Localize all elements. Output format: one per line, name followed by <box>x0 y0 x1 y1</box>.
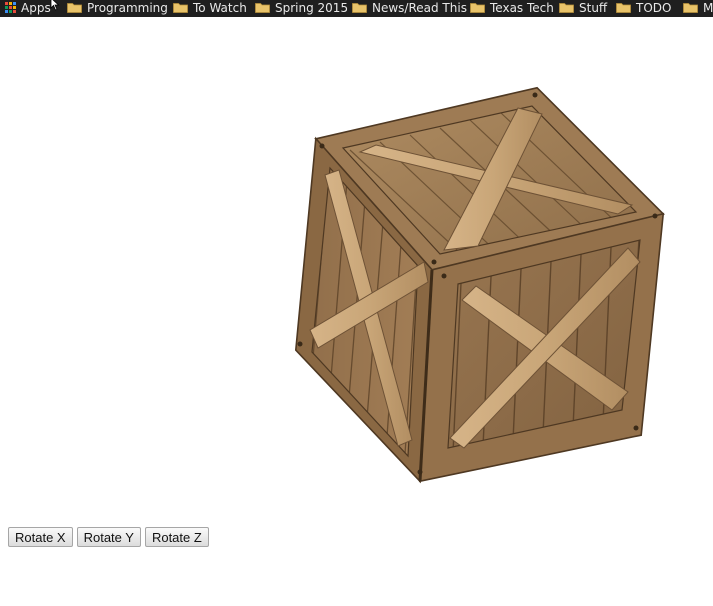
bookmarks-bar: Apps Programming To Watch Spring 2015 Ne… <box>0 0 713 17</box>
rotate-x-button[interactable]: Rotate X <box>8 527 73 547</box>
folder-icon <box>352 2 367 13</box>
bookmark-folder-spring-2015[interactable]: Spring 2015 <box>255 0 348 15</box>
bookmark-folder-label: Programming <box>87 0 168 15</box>
bookmark-folder-to-watch[interactable]: To Watch <box>173 0 247 15</box>
bookmark-folder-label: To Watch <box>193 0 247 15</box>
bookmark-folder-stuff[interactable]: Stuff <box>559 0 607 15</box>
folder-icon <box>173 2 188 13</box>
folder-icon <box>470 2 485 13</box>
rotate-y-button[interactable]: Rotate Y <box>76 527 141 547</box>
bookmark-folder-label: TODO <box>636 0 672 15</box>
bookmark-folder-texas-tech[interactable]: Texas Tech <box>470 0 554 15</box>
bookmark-folder-label: M <box>703 0 713 15</box>
bookmark-apps-label: Apps <box>21 0 51 15</box>
bookmark-folder-programming[interactable]: Programming <box>67 0 168 15</box>
bookmark-folder-label: Stuff <box>579 0 608 15</box>
rotation-controls: Rotate X Rotate Y Rotate Z <box>8 527 209 547</box>
folder-icon <box>683 2 698 13</box>
webgl-canvas <box>0 0 713 601</box>
bookmark-folder-m[interactable]: M <box>683 0 713 15</box>
bookmark-apps[interactable]: Apps <box>0 0 51 15</box>
bookmark-folder-todo[interactable]: TODO <box>616 0 671 15</box>
bookmark-folder-news-read-this[interactable]: News/Read This <box>352 0 467 15</box>
folder-icon <box>559 2 574 13</box>
wooden-crate-cube <box>294 86 665 484</box>
apps-grid-icon <box>5 2 16 13</box>
rotate-z-button[interactable]: Rotate Z <box>144 527 209 547</box>
bookmark-folder-label: Spring 2015 <box>275 0 349 15</box>
folder-icon <box>67 2 82 13</box>
folder-icon <box>255 2 270 13</box>
folder-icon <box>616 2 631 13</box>
bookmark-folder-label: News/Read This <box>372 0 467 15</box>
bookmark-folder-label: Texas Tech <box>490 0 554 15</box>
mouse-cursor-icon <box>50 0 60 16</box>
